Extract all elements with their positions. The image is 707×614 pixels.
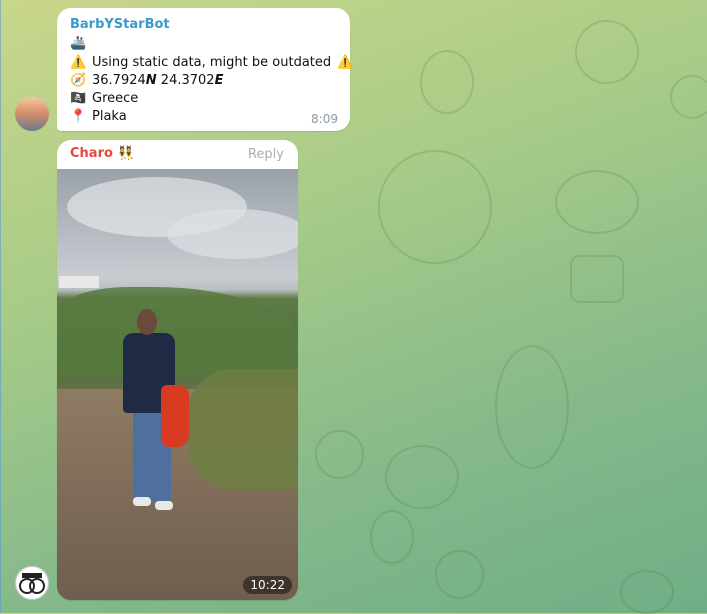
doodle-bird-icon <box>575 20 639 84</box>
place-line: 📍 Plaka <box>70 109 127 124</box>
charo-sender[interactable]: Charo 👯 <box>70 146 134 161</box>
longitude-direction: E <box>214 73 224 88</box>
doodle-cloud-icon <box>555 170 639 234</box>
photo-message-time: 10:22 <box>243 576 292 594</box>
latitude-value: 36.7924 <box>92 73 146 88</box>
doodle-dinosaur-icon <box>495 345 569 469</box>
shared-photo[interactable]: 10:22 <box>57 169 298 600</box>
doodle-cat-icon <box>420 50 474 114</box>
doodle-lollipop-icon <box>435 550 484 599</box>
warning-text: Using static data, might be outdated <box>92 55 332 70</box>
charo-avatar[interactable] <box>15 566 49 600</box>
reply-button[interactable]: Reply <box>248 147 284 162</box>
dancers-emoji-icon: 👯 <box>117 146 134 161</box>
ship-icon: 🚢 <box>70 36 87 51</box>
flag-icon: 🏴‍☠️ <box>70 91 87 106</box>
doodle-gift-icon <box>620 570 674 614</box>
photo-house <box>59 276 99 288</box>
doodle-pizza-icon <box>385 445 459 509</box>
chat-edge <box>0 0 1 613</box>
bot-avatar[interactable] <box>15 97 49 131</box>
charo-sender-name: Charo <box>70 146 113 161</box>
doodle-jellyfish-icon <box>315 430 364 479</box>
ship-line: 🚢 <box>70 36 86 51</box>
longitude-value: 24.3702 <box>160 73 215 88</box>
warning-icon-trailing: ⚠️ <box>337 55 354 70</box>
coordinates-line: 🧭 36.7924N 24.3702E <box>70 73 223 88</box>
country-line: 🏴‍☠️ Greece <box>70 91 138 106</box>
place-name: Plaka <box>92 109 127 124</box>
avatar-illustration-icon <box>19 573 45 594</box>
doodle-burger-icon <box>670 75 707 119</box>
doodle-balloon-icon <box>378 150 492 264</box>
pin-icon: 📍 <box>70 109 87 124</box>
photo-red-jacket <box>161 385 189 447</box>
doodle-camera-icon <box>570 255 624 303</box>
photo-message-bubble: Charo 👯 Reply 10:22 <box>57 140 298 600</box>
compass-icon: 🧭 <box>70 73 87 88</box>
country-name: Greece <box>92 91 139 106</box>
bot-sender-name[interactable]: BarbYStarBot <box>70 17 170 32</box>
photo-grass <box>187 369 298 489</box>
warning-icon: ⚠️ <box>70 55 87 70</box>
bot-message-time: 8:09 <box>311 112 338 126</box>
photo-person-head <box>137 309 157 335</box>
photo-hill <box>57 287 298 377</box>
latitude-direction: N <box>145 73 157 88</box>
doodle-lightbulb-icon <box>370 510 414 564</box>
warning-line: ⚠️ Using static data, might be outdated … <box>70 55 353 70</box>
bot-message-bubble: BarbYStarBot 🚢 ⚠️ Using static data, mig… <box>57 8 353 131</box>
